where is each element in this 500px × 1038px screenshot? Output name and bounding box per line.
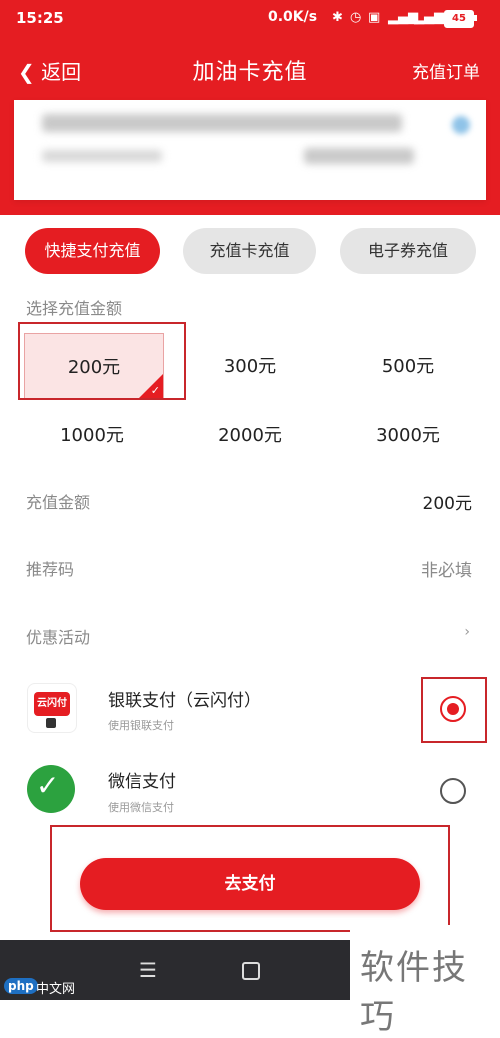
unionpay-title[interactable]: 银联支付（云闪付） [108, 686, 261, 711]
status-time: 15:25 [16, 9, 64, 27]
card-badge-icon [452, 116, 470, 134]
phone-icon [46, 718, 56, 728]
promo-label[interactable]: 优惠活动 [26, 624, 90, 648]
unionpay-icon: 云闪付 [27, 683, 77, 733]
wechat-sub: 使用微信支付 [108, 801, 174, 814]
card-balance-blurred [304, 148, 414, 164]
site-label: 中文网 [36, 982, 76, 997]
battery-icon: 45 [444, 10, 474, 28]
bluetooth-icon: ✱ [332, 10, 343, 25]
amount-option-500[interactable]: 500元 [348, 352, 468, 378]
tab-coupon-recharge[interactable]: 电子券充值 [340, 228, 476, 274]
recharge-amount-label: 充值金额 [26, 493, 91, 512]
battery-tip [474, 15, 477, 21]
wechat-title[interactable]: 微信支付 [108, 767, 176, 792]
recharge-amount-value: 200元 [422, 494, 472, 514]
amount-section-label: 选择充值金额 [26, 299, 123, 318]
fuel-card-info[interactable] [14, 100, 486, 200]
wechat-radio[interactable] [440, 778, 466, 804]
check-icon: ✓ [36, 769, 60, 802]
card-owner-blurred [42, 150, 162, 162]
tab-quick-pay[interactable]: 快捷支付充值 [25, 228, 160, 274]
pay-button[interactable]: 去支付 [80, 858, 420, 910]
amount-option-3000[interactable]: 3000元 [348, 421, 468, 447]
status-bar: 15:25 0.0K/s ✱ ◷ ▣ ▂▄▆ ▂▄▆ 45 [0, 0, 500, 36]
chevron-right-icon[interactable]: › [464, 624, 470, 640]
signal-icon-2: ▂▄▆ [414, 10, 444, 25]
amount-option-300[interactable]: 300元 [190, 352, 310, 378]
card-number-blurred [42, 114, 402, 132]
referral-input[interactable]: 非必填 [421, 556, 472, 581]
alarm-icon: ◷ [350, 10, 362, 25]
orders-link[interactable]: 充值订单 [412, 58, 480, 83]
php-logo: php [4, 978, 38, 994]
home-icon[interactable] [242, 962, 260, 980]
unionpay-sub: 使用银联支付 [108, 719, 174, 732]
referral-label: 推荐码 [26, 560, 75, 579]
wechat-pay-icon: ✓ [27, 765, 75, 813]
status-net-speed: 0.0K/s [268, 9, 318, 25]
amount-option-2000[interactable]: 2000元 [190, 421, 310, 447]
recharge-tabs: 快捷支付充值 充值卡充值 电子券充值 [0, 228, 500, 276]
highlight-box-amount [18, 322, 186, 400]
highlight-box-radio [421, 677, 487, 743]
tab-card-recharge[interactable]: 充值卡充值 [183, 228, 316, 274]
unionpay-logo-text: 云闪付 [34, 692, 70, 716]
watermark-text: 软件技巧 [360, 948, 468, 1037]
amount-option-1000[interactable]: 1000元 [32, 421, 152, 447]
menu-icon[interactable]: ☰ [139, 958, 157, 982]
nav-bar: ❮ 返回 加油卡充值 充值订单 [0, 36, 500, 100]
hd-icon: ▣ [368, 10, 381, 25]
